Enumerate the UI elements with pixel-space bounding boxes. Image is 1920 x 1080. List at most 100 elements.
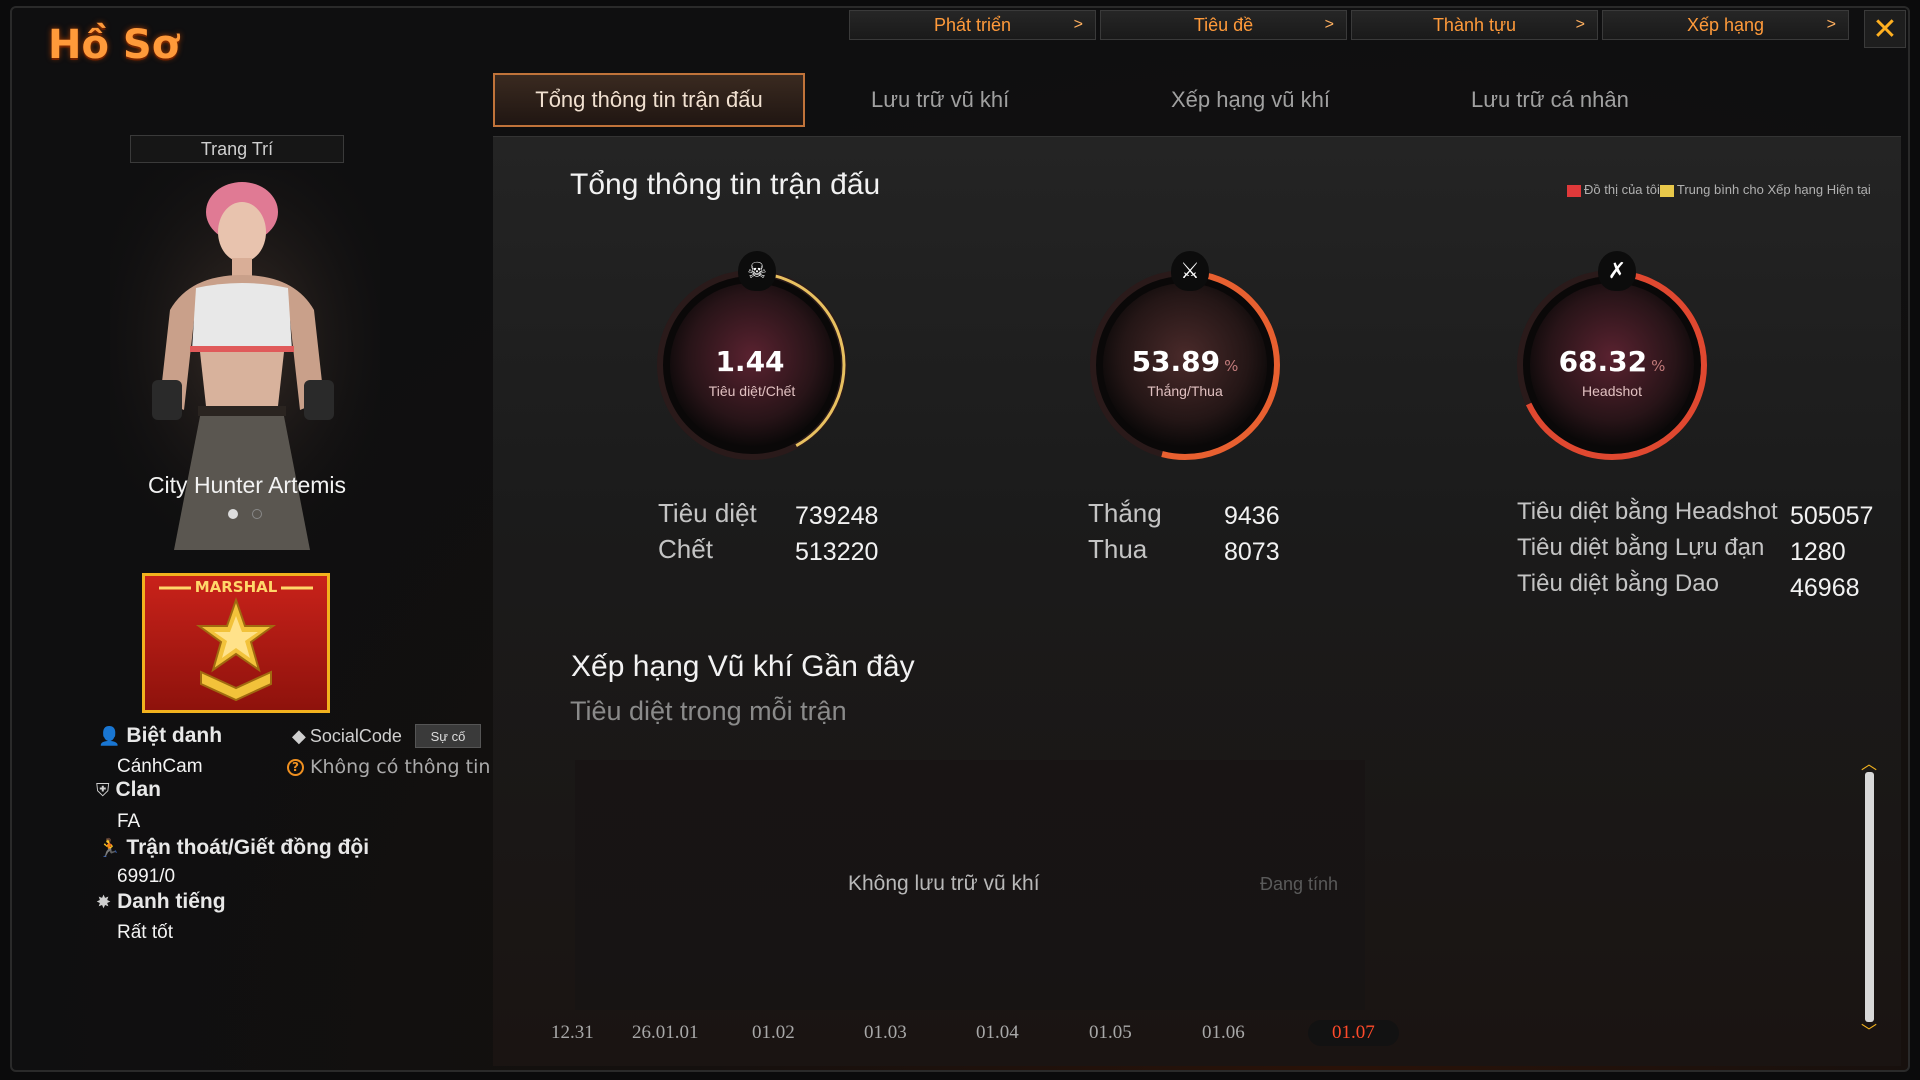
no-weapon-message: Không lưu trữ vũ khí	[848, 872, 1040, 895]
social-code-label: ◆ SocialCode	[292, 726, 402, 747]
social-code-text: SocialCode	[309, 726, 402, 746]
calculating-label: Đang tính	[1260, 874, 1339, 894]
gauge-value: 53.89%	[1085, 345, 1285, 378]
legend-mine: Đồ thị của tôi	[1584, 182, 1660, 197]
grenade-kills-label: Tiêu diệt bằng Lựu đạn	[1517, 534, 1765, 561]
tab-match-summary[interactable]: Tổng thông tin trận đấu	[493, 73, 805, 127]
topnav-ranking[interactable]: Xếp hạng >	[1602, 10, 1849, 40]
report-button[interactable]: Sự cố	[415, 724, 481, 748]
decor-button[interactable]: Trang Trí	[130, 135, 344, 163]
headshot-kills-value: 505057	[1790, 502, 1874, 530]
deaths-label: Chết	[658, 534, 713, 564]
gauge-number: 53.89	[1131, 345, 1221, 378]
kills-value: 739248	[795, 502, 879, 530]
tab-personal-archive[interactable]: Lưu trữ cá nhân	[1465, 73, 1705, 127]
marshal-star-icon	[159, 586, 313, 702]
shield-icon: ⛨	[96, 779, 110, 800]
topnav-achievement[interactable]: Thành tựu >	[1351, 10, 1598, 40]
sub-tabs: Tổng thông tin trận đấu Lưu trữ vũ khí X…	[493, 73, 1705, 127]
gauge-number: 1.44	[715, 345, 785, 378]
chevron-right-icon: >	[1324, 16, 1334, 33]
scroll-up-icon[interactable]: ︿	[1858, 756, 1880, 772]
topnav-label: Tiêu đề	[1193, 14, 1254, 35]
pager-dot[interactable]	[252, 509, 262, 519]
question-icon: ?	[287, 758, 304, 776]
gauge-value: 68.32%	[1512, 345, 1712, 378]
kills-label: Tiêu diệt	[658, 498, 757, 528]
crossed-rifle-icon: ✗	[1598, 251, 1636, 291]
tab-weapon-ranking[interactable]: Xếp hạng vũ khí	[1165, 73, 1405, 127]
losses-label: Thua	[1088, 534, 1148, 564]
wins-value: 9436	[1224, 502, 1280, 530]
window-title: Hồ Sơ	[48, 22, 180, 68]
gauge-label: Thắng/Thua	[1147, 383, 1223, 399]
gauge-unit: %	[1224, 357, 1239, 375]
date-tick[interactable]: 26.01.01	[632, 1022, 699, 1044]
nickname-label: 👤 Biệt danh	[98, 724, 222, 748]
reputation-value: Rất tốt	[117, 922, 173, 943]
crossed-guns-icon: ⚔	[1171, 251, 1209, 291]
gauge-label: Headshot	[1582, 383, 1642, 399]
headshot-kills-label: Tiêu diệt bằng Headshot	[1517, 498, 1778, 525]
nickname-label-text: Biệt danh	[126, 724, 223, 747]
social-code-value-text: Không có thông tin	[310, 756, 491, 778]
topnav-label: Thành tựu	[1432, 14, 1517, 35]
chevron-right-icon: >	[1575, 16, 1585, 33]
gauge-label: Tiêu diệt/Chết	[708, 383, 796, 399]
topnav-title[interactable]: Tiêu đề >	[1100, 10, 1347, 40]
knife-kills-value: 46968	[1790, 574, 1860, 602]
date-tick[interactable]: 12.31	[551, 1022, 594, 1044]
grenade-kills-value: 1280	[1790, 538, 1846, 566]
chevron-right-icon: >	[1826, 16, 1836, 33]
clan-value: FA	[117, 811, 141, 832]
rank-label: MARSHAL	[194, 578, 278, 596]
badge-icon: ✸	[96, 891, 112, 912]
close-icon: ✕	[1872, 11, 1898, 47]
scroll-thumb[interactable]	[1865, 772, 1874, 1022]
nickname-value: CánhCam	[117, 756, 203, 777]
gauge-unit: %	[1651, 357, 1666, 375]
topnav-label: Xếp hạng	[1686, 14, 1765, 35]
date-tick[interactable]: 01.05	[1089, 1022, 1132, 1044]
skull-icon: ☠	[738, 251, 776, 291]
escape-value: 6991/0	[117, 866, 176, 887]
clan-label: ⛨ Clan	[96, 778, 161, 802]
topnav-development[interactable]: Phát triển >	[849, 10, 1096, 40]
clan-label-text: Clan	[115, 778, 162, 801]
date-tick[interactable]: 01.02	[752, 1022, 795, 1044]
knife-kills-label: Tiêu diệt bằng Dao	[1517, 570, 1719, 597]
topnav-label: Phát triển	[933, 14, 1012, 35]
gauge-number: 68.32	[1558, 345, 1648, 378]
date-tick[interactable]: 01.06	[1202, 1022, 1245, 1044]
date-tick[interactable]: 01.03	[864, 1022, 907, 1044]
wins-label: Thắng	[1088, 498, 1162, 528]
chart-legend: Đồ thị của tôi Trung bình cho Xếp hạng Hi…	[1567, 182, 1887, 198]
user-icon: 👤	[98, 725, 121, 746]
kd-gauge: ☠ 1.44 Tiêu diệt/Chết	[652, 251, 852, 465]
reputation-label-text: Danh tiếng	[117, 890, 226, 913]
legend-swatch-avg	[1659, 184, 1674, 197]
escape-label: 🏃 Trận thoát/Giết đồng đội	[98, 836, 369, 860]
tab-weapon-archive[interactable]: Lưu trữ vũ khí	[865, 73, 1105, 127]
deaths-value: 513220	[795, 538, 879, 566]
date-tick[interactable]: 01.07	[1308, 1020, 1399, 1046]
escape-label-text: Trận thoát/Giết đồng đội	[126, 836, 370, 859]
legend-avg: Trung bình cho Xếp hạng Hiện tại	[1676, 182, 1871, 197]
running-icon: 🏃	[98, 837, 121, 858]
close-button[interactable]: ✕	[1864, 10, 1906, 48]
social-code-value: ? Không có thông tin	[287, 756, 490, 778]
tag-icon: ◆	[292, 726, 306, 746]
pager-dot[interactable]	[228, 509, 238, 519]
gauge-value: 1.44	[652, 345, 852, 378]
vertical-scrollbar[interactable]: ︿ ﹀	[1861, 756, 1877, 1040]
character-pager	[228, 509, 262, 519]
scroll-down-icon[interactable]: ﹀	[1858, 1024, 1880, 1040]
legend-swatch-mine	[1567, 184, 1581, 197]
date-tick[interactable]: 01.04	[976, 1022, 1019, 1044]
headshot-gauge: ✗ 68.32% Headshot	[1512, 251, 1712, 465]
losses-value: 8073	[1224, 538, 1280, 566]
winrate-gauge: ⚔ 53.89% Thắng/Thua	[1085, 251, 1285, 465]
top-nav: Phát triển > Tiêu đề > Thành tựu > Xếp hạng…	[849, 10, 1849, 40]
reputation-label: ✸ Danh tiếng	[96, 890, 226, 914]
weapon-ranking-subtitle: Tiêu diệt trong mỗi trận	[570, 696, 847, 726]
